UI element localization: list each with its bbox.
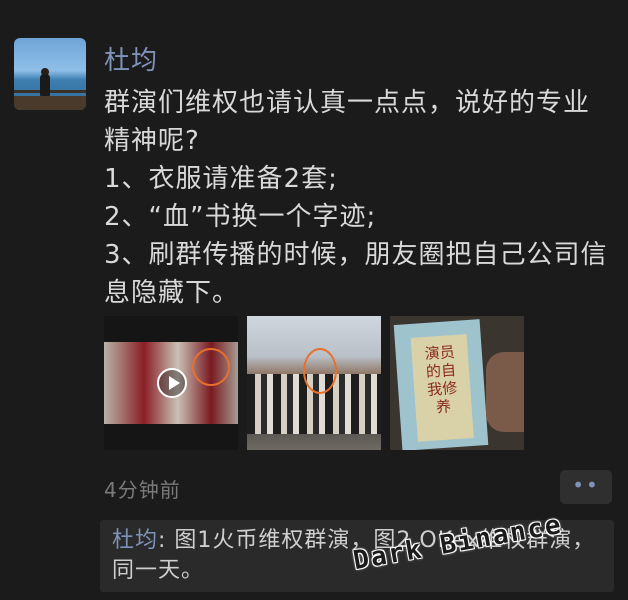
post-line: 群演们维权也请认真一点点，说好的专业精神呢? — [104, 88, 591, 156]
highlight-circle — [192, 348, 230, 386]
post-text: 群演们维权也请认真一点点，说好的专业精神呢? 1、衣服请准备2套; 2、“血”书… — [104, 84, 614, 312]
video-thumbnail[interactable] — [104, 316, 238, 450]
commenter-name[interactable]: 杜均 — [112, 528, 158, 553]
author-name[interactable]: 杜均 — [104, 40, 158, 77]
more-options-button[interactable]: •• — [560, 470, 612, 504]
play-icon[interactable] — [157, 368, 187, 398]
book-photo-thumbnail[interactable]: 演员的自我修养 — [390, 316, 524, 450]
post-line: 1、衣服请准备2套; — [104, 164, 338, 194]
post-line: 2、“血”书换一个字迹; — [104, 202, 377, 232]
book-cover: 演员的自我修养 — [393, 319, 489, 450]
author-avatar[interactable] — [14, 38, 86, 110]
photo-thumbnail[interactable] — [247, 316, 381, 450]
book-title: 演员的自我修养 — [424, 342, 458, 417]
post-timestamp: 4分钟前 — [104, 478, 181, 502]
post-line: 3、刷群传播的时候，朋友圈把自己公司信息隐藏下。 — [104, 240, 608, 308]
highlight-circle — [303, 348, 337, 394]
